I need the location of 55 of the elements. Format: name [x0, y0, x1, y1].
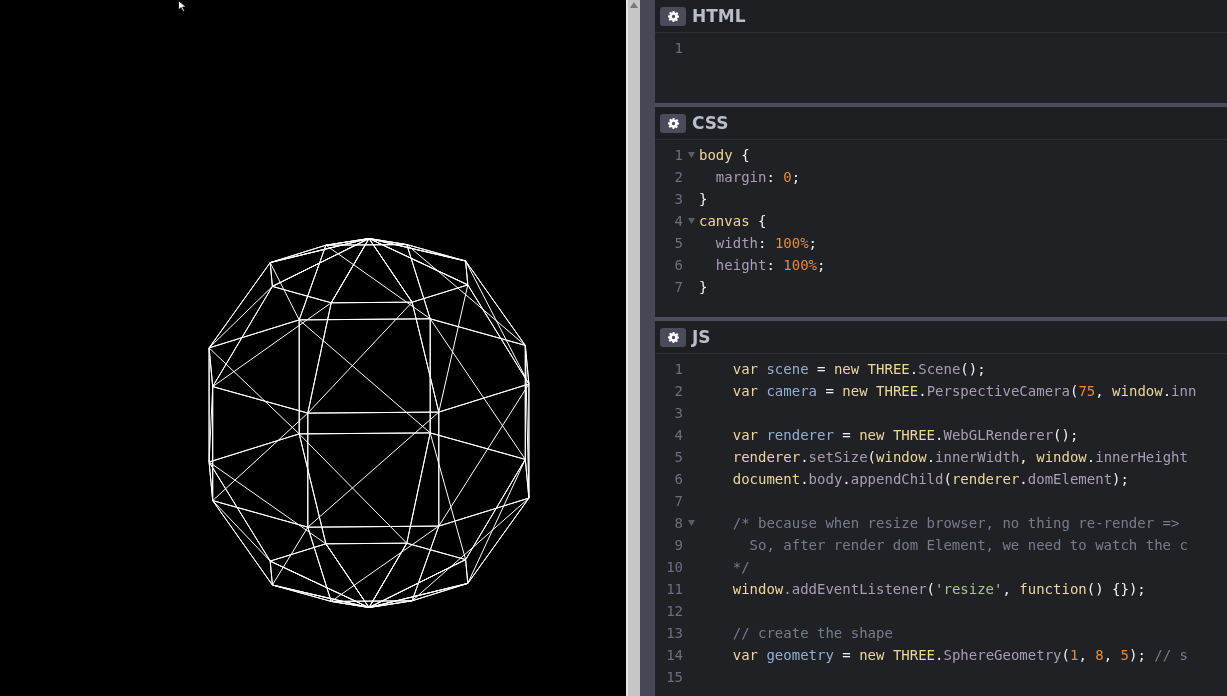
- code-line: var scene = new THREE.Scene();: [731, 361, 986, 377]
- panel-title: CSS: [692, 113, 729, 133]
- code-line: */: [731, 559, 750, 575]
- code-line: window.addEventListener('resize', function() {});: [731, 581, 1146, 597]
- code-line: // create the shape: [731, 625, 893, 641]
- code-line: margin: 0;: [714, 169, 801, 185]
- line-number: 6: [673, 257, 683, 273]
- line-number: 4: [673, 427, 683, 443]
- line-number: 1: [673, 361, 683, 377]
- line-number: 15: [665, 669, 683, 685]
- line-number: 1: [673, 147, 683, 163]
- fold-arrow-icon[interactable]: [687, 520, 695, 526]
- line-number: 6: [673, 471, 683, 487]
- code-line: }: [699, 279, 708, 295]
- line-number: 7: [673, 279, 683, 295]
- code-line: var geometry = new THREE.SphereGeometry(1, 8, 5); // s: [731, 647, 1188, 663]
- code-line: body {: [699, 147, 750, 163]
- code-line: canvas {: [699, 213, 767, 229]
- panel-title: JS: [692, 327, 711, 347]
- line-number: 3: [673, 191, 683, 207]
- line-number: 8: [673, 515, 683, 531]
- panel-title: HTML: [692, 6, 746, 26]
- code-line: /* because when resize browser, no thing re-render =>: [731, 515, 1180, 531]
- line-number: 2: [673, 383, 683, 399]
- settings-button[interactable]: [660, 113, 686, 133]
- scrollbar[interactable]: [626, 0, 640, 696]
- line-number: 5: [673, 449, 683, 465]
- line-number: 1: [673, 40, 683, 56]
- code-line: height: 100%;: [714, 257, 826, 273]
- fold-arrow-icon[interactable]: [687, 152, 695, 158]
- scroll-up-icon[interactable]: [630, 2, 638, 8]
- line-number: 10: [665, 559, 683, 575]
- line-number: 5: [673, 235, 683, 251]
- line-number: 3: [673, 405, 683, 421]
- line-number: 9: [673, 537, 683, 553]
- line-number: 14: [665, 647, 683, 663]
- settings-icon: [667, 331, 679, 343]
- code-line: renderer.setSize(window.innerWidth, window.innerHeight: [731, 449, 1188, 465]
- code-line: var renderer = new THREE.WebGLRenderer();: [731, 427, 1079, 443]
- code-line: var camera = new THREE.PerspectiveCamera(75, window.inn: [731, 383, 1197, 399]
- settings-icon: [667, 117, 679, 129]
- code-line: }: [699, 191, 708, 207]
- line-number: 2: [673, 169, 683, 185]
- fold-arrow-icon[interactable]: [687, 218, 695, 224]
- code-line: document.body.appendChild(renderer.domElement);: [731, 471, 1129, 487]
- code-line: width: 100%;: [714, 235, 818, 251]
- settings-button[interactable]: [660, 6, 686, 26]
- line-number: 4: [673, 213, 683, 229]
- line-number: 13: [665, 625, 683, 641]
- line-number: 7: [673, 493, 683, 509]
- line-number: 11: [665, 581, 683, 597]
- code-line: So, after render dom Element, we need to watch the c: [748, 537, 1188, 553]
- settings-button[interactable]: [660, 327, 686, 347]
- line-number: 12: [665, 603, 683, 619]
- settings-icon: [667, 10, 679, 22]
